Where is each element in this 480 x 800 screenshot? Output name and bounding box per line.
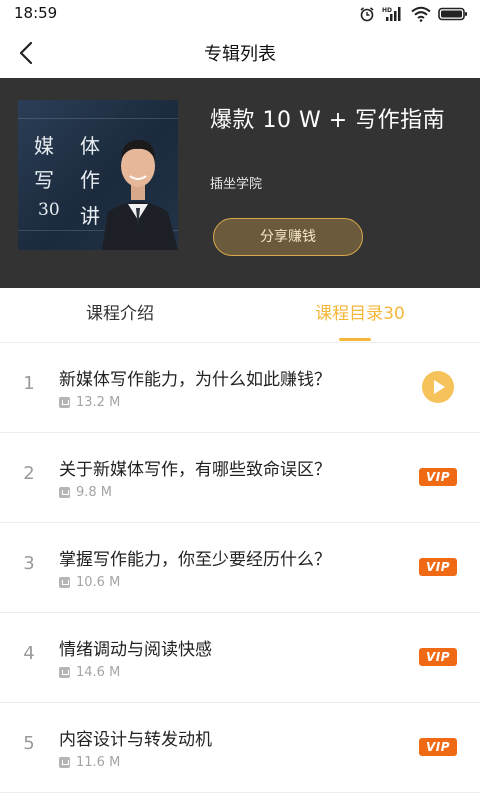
lesson-size: 11.6 M: [59, 754, 120, 770]
album-title: 爆款 10 W + 写作指南: [210, 108, 446, 133]
file-size-icon: [59, 666, 70, 678]
cover-char: 作: [80, 168, 100, 192]
presenter-photo: [102, 140, 178, 250]
file-size-icon: [59, 576, 70, 588]
lesson-row[interactable]: 1 新媒体写作能力，为什么如此赚钱？ 13.2 M: [0, 343, 480, 433]
lesson-index: 3: [23, 553, 35, 574]
page-title: 专辑列表: [204, 44, 276, 65]
active-tab-indicator: [339, 338, 371, 341]
lesson-size: 9.8 M: [59, 484, 112, 500]
lesson-row[interactable]: 2 关于新媒体写作，有哪些致命误区？ 9.8 M VIP: [0, 433, 480, 523]
lesson-index: 1: [23, 373, 35, 394]
vip-badge[interactable]: VIP: [419, 558, 457, 576]
cover-char: 体: [80, 134, 100, 158]
cover-char: 30: [38, 200, 60, 220]
lesson-size: 10.6 M: [59, 574, 120, 590]
lesson-row[interactable]: 4 情绪调动与阅读快感 14.6 M VIP: [0, 613, 480, 703]
lesson-index: 2: [23, 463, 35, 484]
alarm-icon: [360, 7, 374, 22]
course-tabs: 课程介绍 课程目录30: [0, 288, 480, 342]
lesson-title: 新媒体写作能力，为什么如此赚钱？: [59, 370, 331, 390]
cover-char: 讲: [80, 204, 100, 228]
status-bar: 18:59 HD: [0, 0, 480, 28]
vip-badge[interactable]: VIP: [419, 738, 457, 756]
lesson-list: 1 新媒体写作能力，为什么如此赚钱？ 13.2 M 2 关于新媒体写作，有哪些致…: [0, 343, 480, 793]
lesson-size-text: 13.2 M: [76, 394, 121, 410]
lesson-size-text: 10.6 M: [76, 574, 121, 590]
lesson-size: 14.6 M: [59, 664, 120, 680]
status-icons: HD: [359, 5, 468, 23]
file-size-icon: [59, 756, 70, 768]
lesson-title: 情绪调动与阅读快感: [59, 640, 212, 660]
album-cover[interactable]: 媒 体 写 作 30 讲: [18, 100, 178, 250]
album-header: 媒 体 写 作 30 讲 爆款 10 W + 写作指南 插坐学院 分享赚钱: [0, 78, 480, 288]
lesson-title: 关于新媒体写作，有哪些致命误区？: [59, 460, 331, 480]
cover-char: 媒: [34, 134, 54, 158]
svg-text:HD: HD: [382, 7, 392, 14]
hd-signal-icon: HD: [382, 7, 401, 21]
lesson-row[interactable]: 5 内容设计与转发动机 11.6 M VIP: [0, 703, 480, 793]
lesson-index: 5: [23, 733, 35, 754]
cover-char: 写: [34, 168, 54, 192]
nav-bar: 专辑列表: [0, 28, 480, 78]
lesson-size-text: 9.8 M: [76, 484, 113, 500]
lesson-size: 13.2 M: [59, 394, 120, 410]
vip-badge[interactable]: VIP: [419, 468, 457, 486]
lesson-title: 内容设计与转发动机: [59, 730, 212, 750]
album-author[interactable]: 插坐学院: [210, 173, 262, 192]
share-earn-button[interactable]: 分享赚钱: [213, 218, 363, 256]
vip-badge[interactable]: VIP: [419, 648, 457, 666]
lesson-title: 掌握写作能力，你至少要经历什么？: [59, 550, 331, 570]
lesson-row[interactable]: 3 掌握写作能力，你至少要经历什么？ 10.6 M VIP: [0, 523, 480, 613]
file-size-icon: [59, 396, 70, 408]
tab-course-catalog[interactable]: 课程目录30: [240, 288, 480, 342]
lesson-size-text: 14.6 M: [76, 664, 121, 680]
lesson-index: 4: [23, 643, 35, 664]
lesson-size-text: 11.6 M: [76, 754, 121, 770]
play-button[interactable]: [422, 371, 454, 403]
battery-icon: [438, 7, 467, 21]
status-time: 18:59: [14, 4, 58, 22]
wifi-icon: [411, 6, 431, 22]
tab-course-intro[interactable]: 课程介绍: [0, 288, 240, 342]
file-size-icon: [59, 486, 70, 498]
